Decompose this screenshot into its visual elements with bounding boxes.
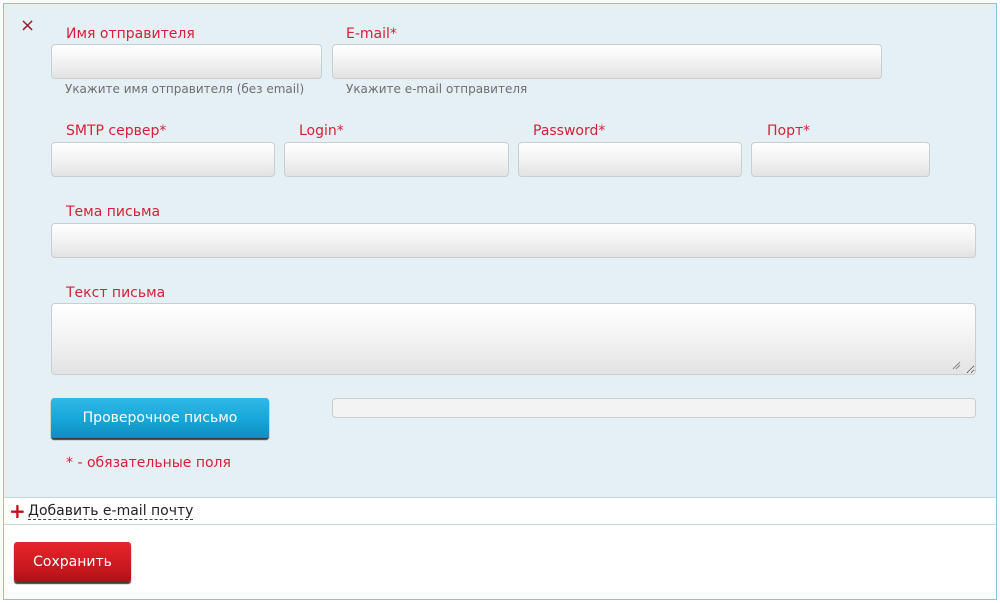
add-email-row: + Добавить e-mail почту bbox=[4, 499, 996, 525]
required-fields-note: * - обязательные поля bbox=[66, 455, 231, 471]
close-icon[interactable]: × bbox=[20, 17, 35, 35]
sender-name-hint: Укажите имя отправителя (без email) bbox=[65, 82, 305, 96]
email-settings-panel: × Имя отправителя Укажите имя отправител… bbox=[4, 4, 996, 498]
sender-name-label: Имя отправителя bbox=[66, 26, 195, 42]
smtp-server-label: SMTP сервер* bbox=[66, 123, 167, 139]
sender-name-input[interactable] bbox=[51, 44, 322, 79]
password-label: Password* bbox=[533, 123, 606, 139]
test-status-bar bbox=[332, 398, 976, 418]
body-label: Текст письма bbox=[66, 285, 166, 301]
add-email-link[interactable]: Добавить e-mail почту bbox=[28, 503, 194, 520]
email-hint: Укажите e-mail отправителя bbox=[346, 82, 528, 96]
login-input[interactable] bbox=[284, 142, 509, 177]
test-email-button[interactable]: Проверочное письмо bbox=[51, 398, 269, 438]
smtp-server-input[interactable] bbox=[51, 142, 275, 177]
email-input[interactable] bbox=[332, 44, 882, 79]
password-input[interactable] bbox=[518, 142, 742, 177]
plus-icon[interactable]: + bbox=[9, 500, 26, 522]
port-input[interactable] bbox=[751, 142, 930, 177]
body-textarea[interactable] bbox=[51, 303, 976, 375]
save-button[interactable]: Сохранить bbox=[14, 542, 131, 582]
subject-label: Тема письма bbox=[66, 204, 161, 220]
subject-input[interactable] bbox=[51, 223, 976, 258]
email-label: E-mail* bbox=[346, 26, 397, 42]
login-label: Login* bbox=[299, 123, 344, 139]
settings-frame: × Имя отправителя Укажите имя отправител… bbox=[3, 3, 997, 600]
port-label: Порт* bbox=[767, 123, 811, 139]
